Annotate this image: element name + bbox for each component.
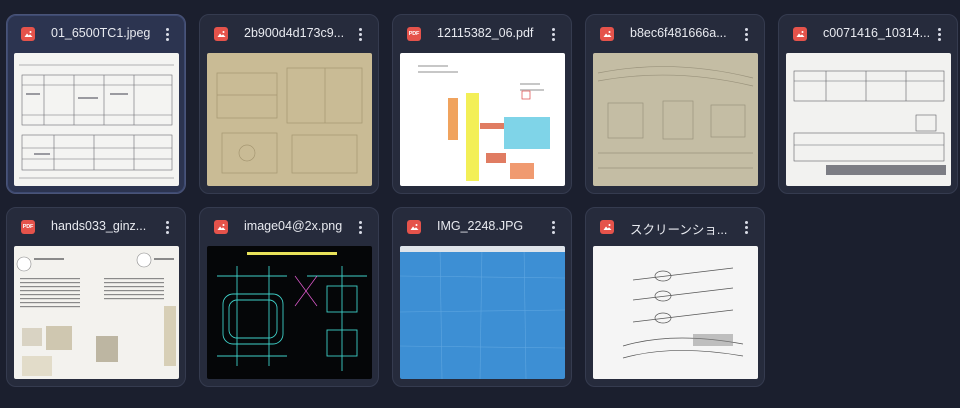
file-card-header: 2b900d4d173c9... (200, 15, 378, 53)
image-file-icon (214, 220, 228, 234)
file-card-header: IMG_2248.JPG (393, 208, 571, 246)
file-card[interactable]: c0071416_10314... (778, 14, 958, 194)
image-file-icon (214, 27, 228, 41)
image-file-icon (793, 27, 807, 41)
file-card[interactable]: PDF hands033_ginz... (6, 207, 186, 387)
file-card[interactable]: 2b900d4d173c9... (199, 14, 379, 194)
more-options-icon[interactable] (545, 24, 561, 44)
file-card-header: b8ec6f481666a... (586, 15, 764, 53)
pdf-file-icon: PDF (21, 220, 35, 234)
file-card-header: スクリーンショ... (586, 208, 764, 246)
file-card-header: image04@2x.png (200, 208, 378, 246)
file-grid: 01_6500TC1.jpeg 2b900d4d173c9... PDF 121… (0, 0, 960, 408)
file-name: 01_6500TC1.jpeg (51, 26, 151, 40)
file-card-header: 01_6500TC1.jpeg (7, 15, 185, 53)
file-thumbnail[interactable] (593, 53, 758, 186)
file-thumbnail[interactable] (207, 246, 372, 379)
more-options-icon[interactable] (738, 217, 754, 237)
more-options-icon[interactable] (545, 217, 561, 237)
more-options-icon[interactable] (738, 24, 754, 44)
more-options-icon[interactable] (159, 24, 175, 44)
file-card-header: PDF 12115382_06.pdf (393, 15, 571, 53)
image-file-icon (407, 220, 421, 234)
file-name: image04@2x.png (244, 219, 343, 233)
file-name: IMG_2248.JPG (437, 219, 524, 233)
image-file-icon (600, 220, 614, 234)
file-card-header: PDF hands033_ginz... (7, 208, 185, 246)
file-name: スクリーンショ... (630, 223, 728, 237)
file-card[interactable]: b8ec6f481666a... (585, 14, 765, 194)
file-thumbnail[interactable] (14, 246, 179, 379)
file-card-header: c0071416_10314... (779, 15, 957, 53)
file-name: b8ec6f481666a... (630, 26, 727, 40)
file-thumbnail[interactable] (400, 53, 565, 186)
file-name: c0071416_10314... (823, 26, 931, 40)
more-options-icon[interactable] (352, 24, 368, 44)
file-card[interactable]: スクリーンショ... (585, 207, 765, 387)
file-name: 12115382_06.pdf (437, 26, 534, 40)
file-thumbnail[interactable] (593, 246, 758, 379)
more-options-icon[interactable] (159, 217, 175, 237)
image-file-icon (600, 27, 614, 41)
pdf-file-icon: PDF (407, 27, 421, 41)
file-card[interactable]: IMG_2248.JPG (392, 207, 572, 387)
file-name: hands033_ginz... (51, 219, 147, 233)
more-options-icon[interactable] (931, 24, 947, 44)
file-name: 2b900d4d173c9... (244, 26, 345, 40)
file-thumbnail[interactable] (400, 246, 565, 379)
file-thumbnail[interactable] (14, 53, 179, 186)
file-card[interactable]: image04@2x.png (199, 207, 379, 387)
file-card[interactable]: PDF 12115382_06.pdf (392, 14, 572, 194)
file-thumbnail[interactable] (207, 53, 372, 186)
file-thumbnail[interactable] (786, 53, 951, 186)
more-options-icon[interactable] (352, 217, 368, 237)
file-card[interactable]: 01_6500TC1.jpeg (6, 14, 186, 194)
image-file-icon (21, 27, 35, 41)
